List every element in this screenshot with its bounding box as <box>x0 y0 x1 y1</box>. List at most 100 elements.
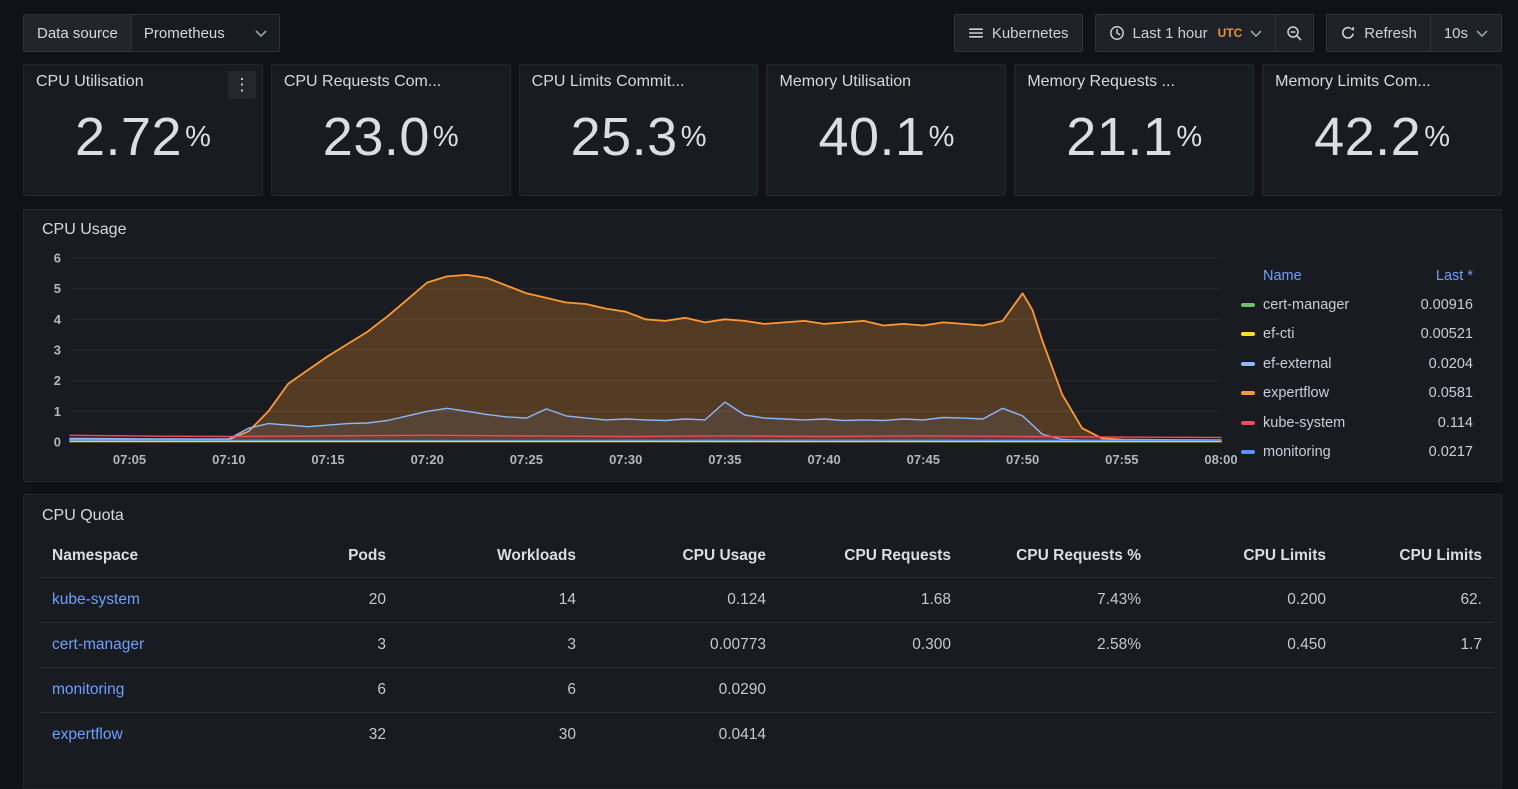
svg-text:07:40: 07:40 <box>807 452 840 467</box>
table-cell: 6 <box>398 667 588 712</box>
stat-panel-title[interactable]: Memory Utilisation <box>779 73 993 91</box>
zoom-out-icon <box>1286 25 1303 42</box>
cpu-usage-panel-title[interactable]: CPU Usage <box>32 216 1493 244</box>
datasource-select[interactable]: Prometheus <box>131 14 280 52</box>
series-color-swatch <box>1241 421 1255 425</box>
table-cell: 20 <box>220 577 398 622</box>
stat-number: 40.1 <box>818 106 925 168</box>
table-cell <box>778 712 963 757</box>
namespace-link[interactable]: cert-manager <box>52 636 144 653</box>
stat-value: 40.1% <box>779 91 993 187</box>
svg-text:5: 5 <box>54 281 61 296</box>
stat-panel-title[interactable]: CPU Requests Com... <box>284 73 498 91</box>
legend-item-ef-external[interactable]: ef-external 0.0204 <box>1237 349 1475 379</box>
column-header-cpu-limits: CPU Limits <box>1338 535 1494 577</box>
clock-icon <box>1109 25 1125 41</box>
svg-text:07:05: 07:05 <box>113 452 146 467</box>
stat-number: 42.2 <box>1314 106 1421 168</box>
series-name: cert-manager <box>1263 297 1413 313</box>
legend-item-cert-manager[interactable]: cert-manager0.00916 <box>1237 290 1475 320</box>
namespace-link[interactable]: expertflow <box>52 726 123 743</box>
series-last-value: 0.0217 <box>1429 444 1473 460</box>
svg-text:6: 6 <box>54 251 61 266</box>
stat-value: 21.1% <box>1027 91 1241 187</box>
stat-panel-title[interactable]: CPU Limits Commit... <box>532 73 746 91</box>
kubernetes-button[interactable]: Kubernetes <box>954 14 1083 52</box>
stat-number: 23.0 <box>323 106 430 168</box>
column-header-cpu-usage: CPU Usage <box>588 535 778 577</box>
stat-unit: % <box>1176 121 1202 154</box>
series-name: kube-system <box>1263 415 1430 431</box>
column-header-namespace: Namespace <box>40 535 220 577</box>
stat-panel-cpu-requests-com: CPU Requests Com...23.0% <box>271 64 511 196</box>
menu-icon <box>968 25 984 41</box>
svg-text:07:10: 07:10 <box>212 452 245 467</box>
stat-unit: % <box>185 121 211 154</box>
refresh-interval-value: 10s <box>1444 25 1468 42</box>
legend-item-ef-cti[interactable]: ef-cti0.00521 <box>1237 320 1475 350</box>
stat-value: 2.72% <box>36 91 250 187</box>
stat-panel-memory-utilisation: Memory Utilisation40.1% <box>766 64 1006 196</box>
table-cell: 0.450 <box>1153 622 1338 667</box>
namespace-cell: monitoring <box>40 667 220 712</box>
series-last-value: 0.0204 <box>1429 356 1473 372</box>
stat-number: 25.3 <box>571 106 678 168</box>
stat-panel-cpu-utilisation: CPU Utilisation⋮2.72% <box>23 64 263 196</box>
stat-panel-title[interactable]: Memory Limits Com... <box>1275 73 1489 91</box>
refresh-interval-select[interactable]: 10s <box>1430 14 1502 52</box>
table-cell: 2.58% <box>963 622 1153 667</box>
kubernetes-button-label: Kubernetes <box>992 25 1069 42</box>
series-name: ef-external <box>1263 356 1421 372</box>
panel-menu-kebab-icon[interactable]: ⋮ <box>228 71 256 99</box>
legend-name-header[interactable]: Name <box>1263 268 1302 284</box>
series-color-swatch <box>1241 303 1255 307</box>
zoom-out-button[interactable] <box>1275 14 1314 52</box>
cpu-quota-table: NamespacePodsWorkloadsCPU UsageCPU Reque… <box>40 535 1494 757</box>
legend-header: Name Last * <box>1237 262 1475 290</box>
stat-value: 23.0% <box>284 91 498 187</box>
cpu-usage-panel: CPU Usage 012345607:0507:1007:1507:2007:… <box>23 209 1502 482</box>
refresh-button[interactable]: Refresh <box>1326 14 1431 52</box>
series-last-value: 0.114 <box>1438 415 1473 431</box>
table-cell <box>1338 712 1494 757</box>
cpu-usage-legend: Name Last * cert-manager0.00916ef-cti0.005… <box>1237 244 1485 472</box>
svg-text:07:55: 07:55 <box>1105 452 1138 467</box>
table-cell: 14 <box>398 577 588 622</box>
table-row-expertflow: expertflow32300.0414 <box>40 712 1494 757</box>
stat-panel-title[interactable]: CPU Utilisation <box>36 73 250 91</box>
namespace-cell: expertflow <box>40 712 220 757</box>
table-cell <box>1153 667 1338 712</box>
svg-text:07:50: 07:50 <box>1006 452 1039 467</box>
stat-number: 2.72 <box>75 106 182 168</box>
stat-value: 25.3% <box>532 91 746 187</box>
series-name: monitoring <box>1263 444 1421 460</box>
table-row-kube-system: kube-system20140.1241.687.43%0.20062. <box>40 577 1494 622</box>
series-name: expertflow <box>1263 385 1421 401</box>
column-header-cpu-requests: CPU Requests <box>778 535 963 577</box>
cpu-usage-chart[interactable]: 012345607:0507:1007:1507:2007:2507:3007:… <box>32 244 1237 472</box>
legend-item-kube-system[interactable]: kube-system 0.114 <box>1237 408 1475 438</box>
cpu-quota-panel-title[interactable]: CPU Quota <box>40 505 1485 535</box>
series-last-value: 0.0581 <box>1429 385 1473 401</box>
svg-text:07:15: 07:15 <box>311 452 344 467</box>
table-cell: 6 <box>220 667 398 712</box>
stat-panel-memory-requests: Memory Requests ...21.1% <box>1014 64 1254 196</box>
stat-unit: % <box>681 121 707 154</box>
legend-item-monitoring[interactable]: monitoring 0.0217 <box>1237 438 1475 468</box>
stat-unit: % <box>433 121 459 154</box>
time-range-picker[interactable]: Last 1 hour UTC <box>1095 14 1277 52</box>
namespace-link[interactable]: kube-system <box>52 591 140 608</box>
legend-last-header[interactable]: Last * <box>1436 268 1473 284</box>
namespace-cell: kube-system <box>40 577 220 622</box>
namespace-link[interactable]: monitoring <box>52 681 124 698</box>
chevron-down-icon <box>1476 30 1488 37</box>
legend-item-expertflow[interactable]: expertflow 0.0581 <box>1237 379 1475 409</box>
stat-panel-cpu-limits-commit: CPU Limits Commit...25.3% <box>519 64 759 196</box>
datasource-value: Prometheus <box>144 25 225 42</box>
table-cell: 3 <box>398 622 588 667</box>
chevron-down-icon <box>255 30 267 37</box>
table-cell: 62. <box>1338 577 1494 622</box>
series-color-swatch <box>1241 362 1255 366</box>
table-cell: 0.0290 <box>588 667 778 712</box>
stat-panel-title[interactable]: Memory Requests ... <box>1027 73 1241 91</box>
